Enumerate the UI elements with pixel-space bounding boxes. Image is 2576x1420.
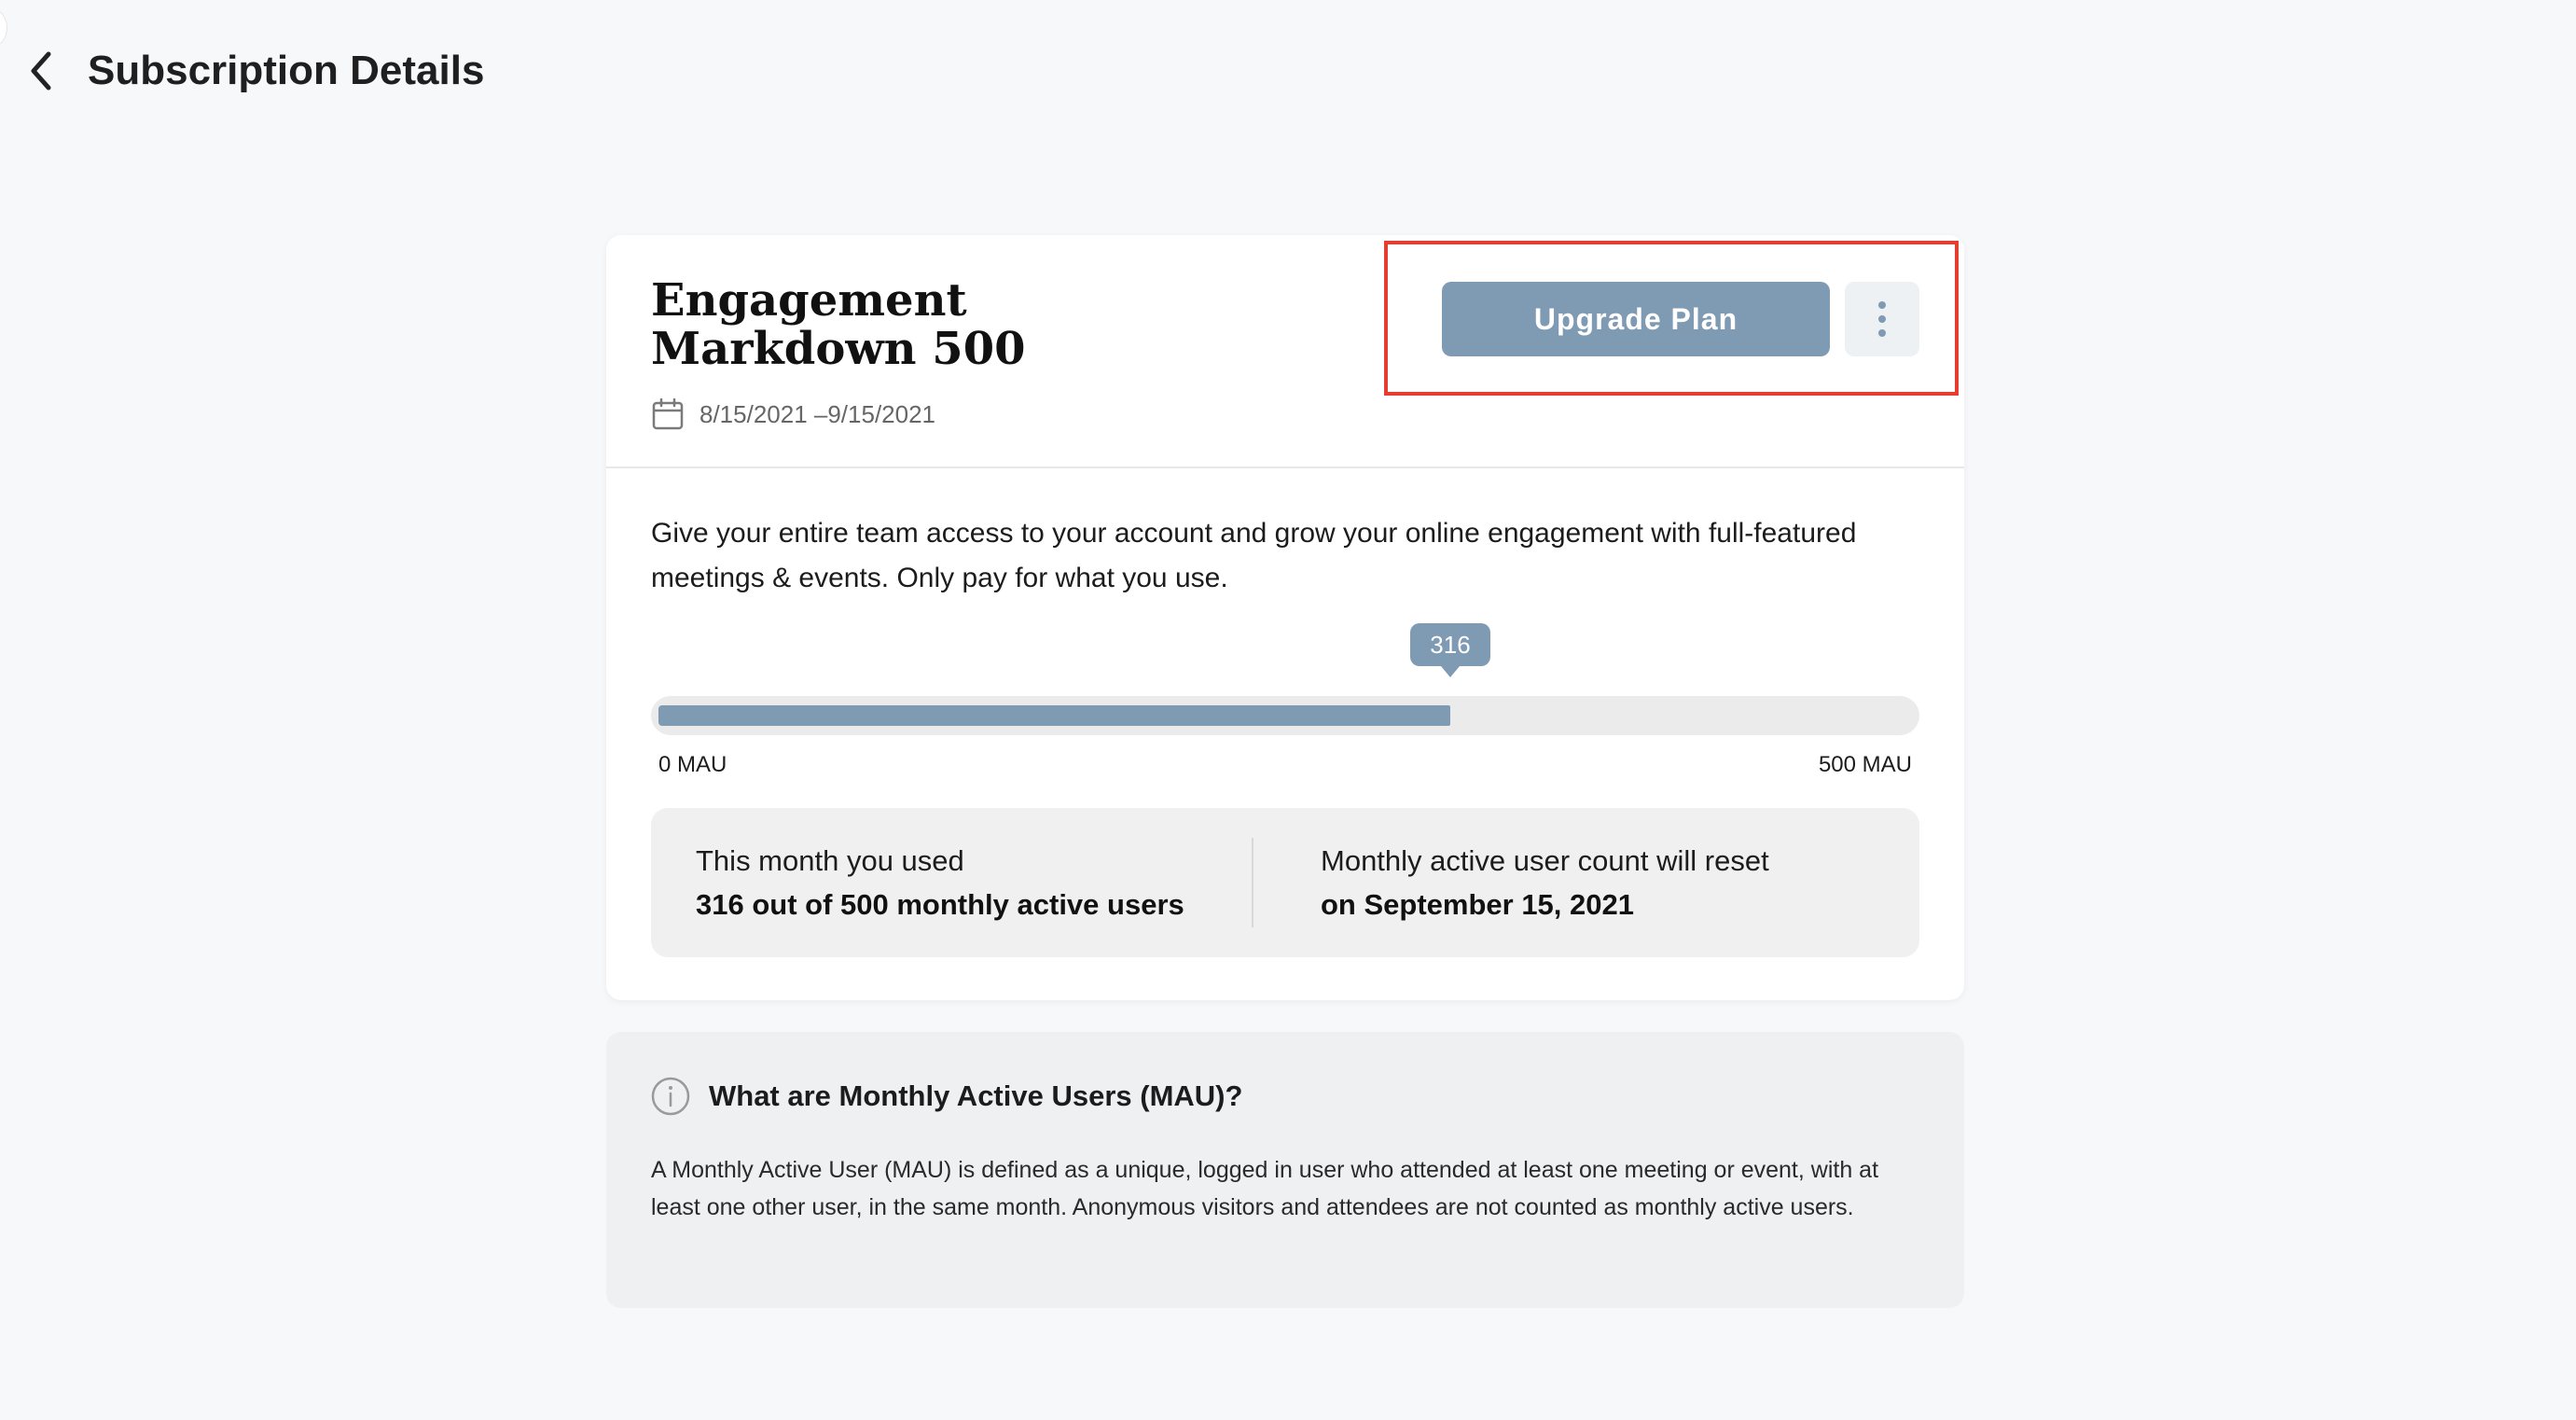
- plan-header: Engagement Markdown 500 8/15/2021 –9/15/…: [606, 235, 1964, 468]
- usage-reset-heading: Monthly active user count will reset: [1321, 844, 1769, 877]
- subscription-card: Engagement Markdown 500 8/15/2021 –9/15/…: [606, 235, 1964, 1000]
- info-title: What are Monthly Active Users (MAU)?: [709, 1079, 1243, 1112]
- page-title: Subscription Details: [88, 48, 485, 93]
- more-vertical-icon: [1878, 301, 1886, 337]
- subscription-details-page: Subscription Details Engagement Markdown…: [0, 0, 2576, 1420]
- scale-min-label: 0 MAU: [658, 752, 727, 777]
- usage-progress-fill: [658, 705, 1450, 726]
- usage-reset-value: on September 15, 2021: [1321, 888, 1634, 921]
- usage-reset-block: Monthly active user count will reset on …: [1321, 840, 1769, 927]
- usage-tooltip: 316: [1410, 623, 1490, 677]
- usage-summary: This month you used 316 out of 500 month…: [651, 808, 1919, 957]
- mau-info-card: What are Monthly Active Users (MAU)? A M…: [606, 1032, 1964, 1308]
- upgrade-plan-button[interactable]: Upgrade Plan: [1442, 282, 1830, 356]
- plan-name: Engagement Markdown 500: [651, 274, 1026, 375]
- info-header: What are Monthly Active Users (MAU)?: [651, 1075, 1242, 1118]
- summary-divider: [1252, 838, 1253, 927]
- info-icon: [651, 1077, 690, 1116]
- calendar-icon: [652, 397, 684, 430]
- info-text: A Monthly Active User (MAU) is defined a…: [651, 1157, 1879, 1220]
- page-header: Subscription Details: [0, 0, 2576, 149]
- plan-dates-text: 8/15/2021 –9/15/2021: [699, 399, 936, 428]
- chevron-left-icon: [31, 51, 51, 90]
- more-options-button[interactable]: [1845, 282, 1919, 356]
- plan-period: 8/15/2021 –9/15/2021: [651, 396, 935, 433]
- usage-progress-bar: [651, 696, 1919, 735]
- back-button[interactable]: [19, 45, 63, 97]
- usage-used-value: 316 out of 500 monthly active users: [696, 888, 1184, 921]
- plan-description: Give your entire team access to your acc…: [651, 518, 1857, 593]
- usage-used-heading: This month you used: [696, 844, 964, 877]
- usage-used-block: This month you used 316 out of 500 month…: [696, 840, 1184, 927]
- scale-max-label: 500 MAU: [1818, 752, 1912, 777]
